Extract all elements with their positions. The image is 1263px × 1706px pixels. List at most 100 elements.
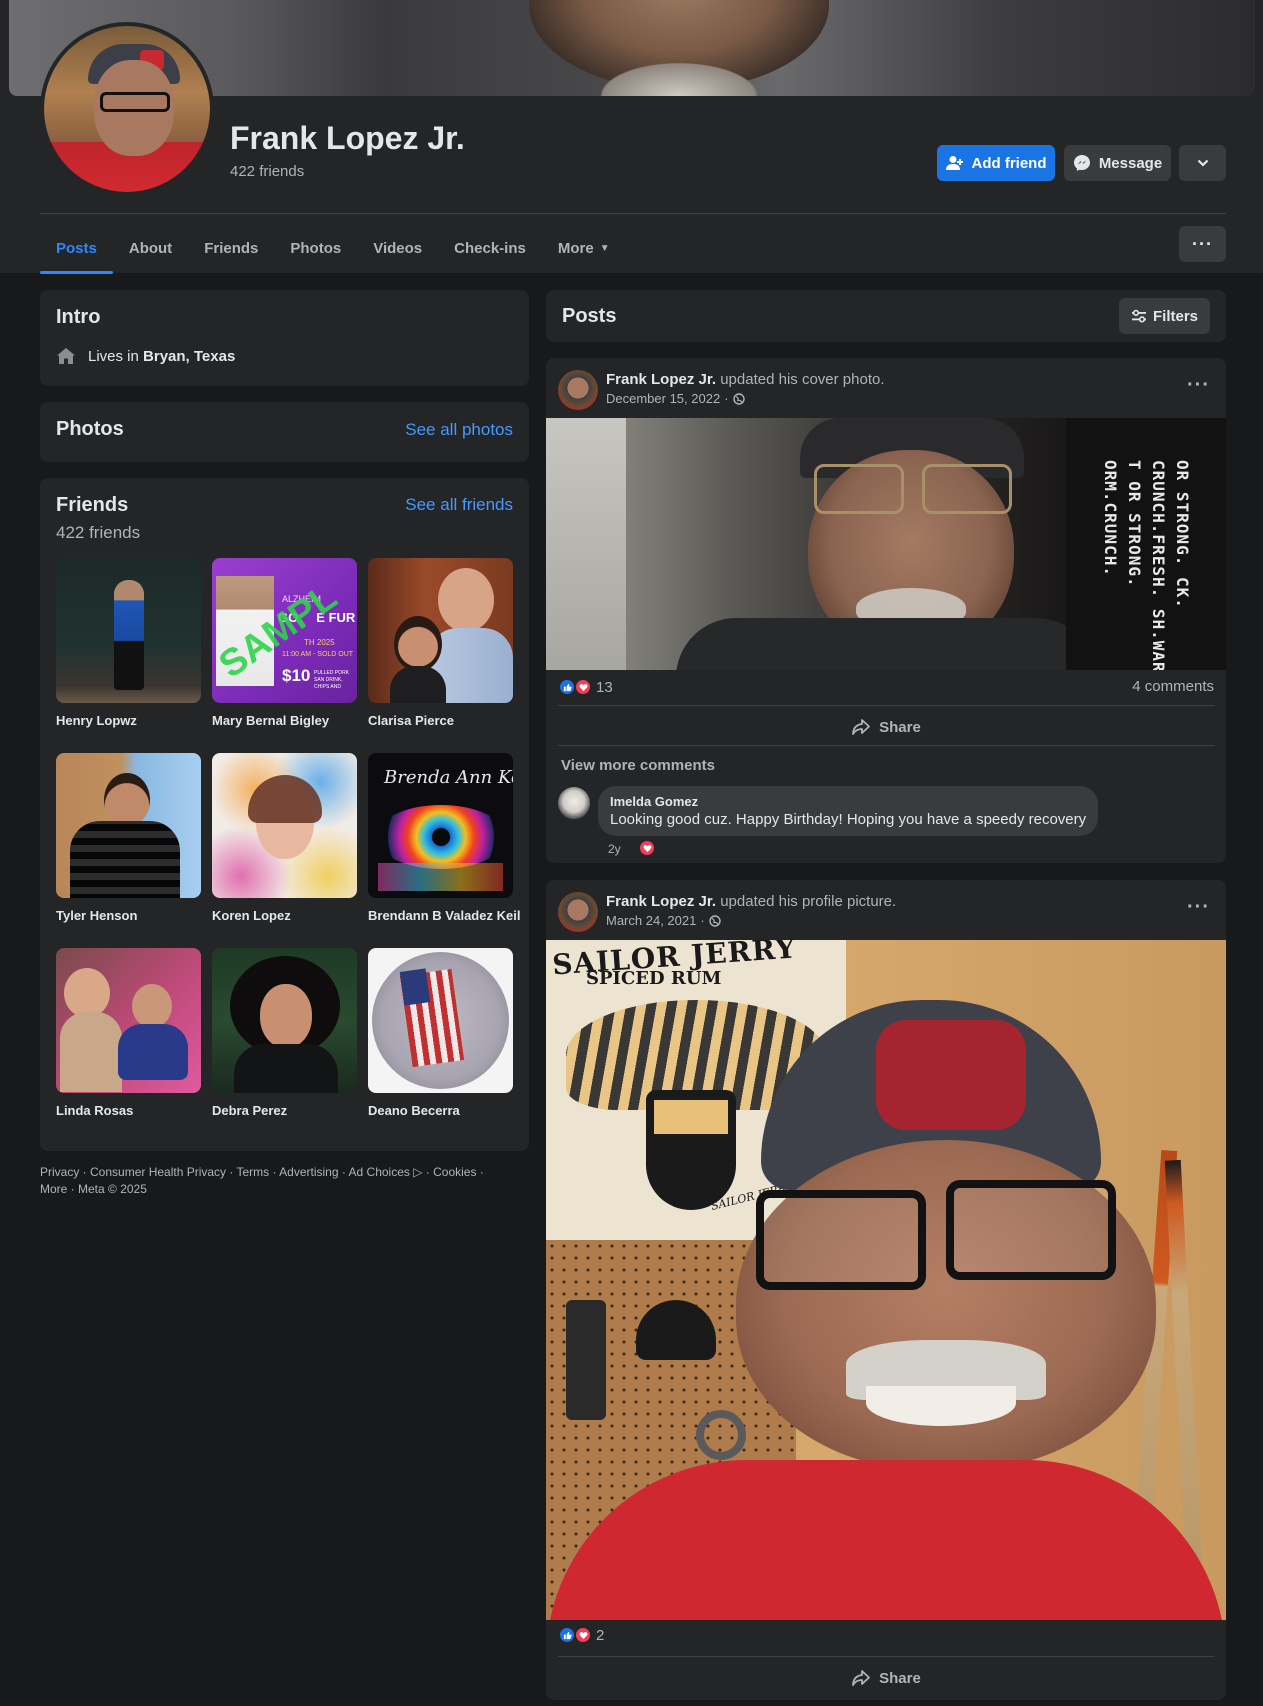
filters-button[interactable]: Filters bbox=[1118, 298, 1210, 334]
love-reaction-icon bbox=[574, 678, 592, 696]
intro-location[interactable]: Bryan, Texas bbox=[143, 348, 235, 365]
friend-tile[interactable]: Koren Lopez bbox=[212, 753, 357, 923]
friend-name: Clarisa Pierce bbox=[368, 713, 455, 728]
chevron-down-icon bbox=[1197, 159, 1208, 167]
add-friend-label: Add friend bbox=[971, 154, 1047, 172]
home-icon bbox=[57, 348, 75, 364]
message-button[interactable]: Message bbox=[1064, 145, 1171, 181]
photos-title: Photos bbox=[56, 418, 124, 440]
message-label: Message bbox=[1098, 154, 1163, 172]
intro-lives-in: Lives in Bryan, Texas bbox=[56, 346, 235, 366]
add-friend-button[interactable]: Add friend bbox=[937, 145, 1055, 181]
share-label: Share bbox=[879, 1669, 921, 1687]
comment-love-reaction-icon[interactable] bbox=[638, 839, 656, 857]
profile-dropdown-button[interactable] bbox=[1179, 145, 1226, 181]
friend-photo bbox=[212, 948, 357, 1093]
post-options-button[interactable]: ··· bbox=[1187, 374, 1210, 397]
post-meta: December 15, 2022 · bbox=[606, 391, 745, 406]
post-divider bbox=[558, 745, 1214, 746]
friend-photo bbox=[56, 753, 201, 898]
friend-tile[interactable]: Debra Perez bbox=[212, 948, 357, 1118]
post-action: updated his cover photo. bbox=[720, 371, 885, 388]
tab-label: Posts bbox=[56, 239, 97, 257]
brand-script: Brenda Ann Keil bbox=[384, 767, 513, 788]
footer-line[interactable]: More · Meta © 2025 bbox=[40, 1181, 530, 1198]
intro-lives-prefix: Lives in bbox=[88, 347, 139, 365]
comments-count-link[interactable]: 4 comments bbox=[1132, 678, 1214, 695]
friend-tile[interactable]: Linda Rosas bbox=[56, 948, 201, 1118]
love-reaction-icon bbox=[574, 1626, 592, 1644]
header-divider bbox=[40, 213, 1226, 214]
tab-label: Friends bbox=[204, 239, 259, 257]
post-photo[interactable]: SAILOR JERRY SPICED RUM SAILOR JERRY bbox=[546, 940, 1226, 1620]
tab-posts[interactable]: Posts bbox=[40, 222, 113, 274]
tab-videos[interactable]: Videos bbox=[357, 222, 438, 274]
profile-friends-count[interactable]: 422 friends bbox=[230, 163, 304, 180]
flyer-price: $10 bbox=[282, 666, 311, 685]
friend-photo bbox=[56, 948, 201, 1093]
share-icon bbox=[852, 1670, 871, 1686]
friend-tile[interactable]: Tyler Henson bbox=[56, 753, 201, 923]
profile-name: Frank Lopez Jr. bbox=[230, 120, 465, 156]
post-author-name[interactable]: Frank Lopez Jr. bbox=[606, 371, 716, 388]
globe-icon bbox=[708, 914, 721, 927]
friend-photo bbox=[368, 558, 513, 703]
post-reactions[interactable]: 13 bbox=[558, 678, 613, 696]
tab-more[interactable]: More ▼ bbox=[542, 222, 626, 274]
profile-tabs: Posts About Friends Photos Videos Check-… bbox=[40, 222, 626, 274]
friend-tile[interactable]: ALZHEIM GO E FUR TH 2025 11:00 AM - SOLD… bbox=[212, 558, 357, 728]
friend-photo: Brenda Ann Keil bbox=[368, 753, 513, 898]
reaction-count: 2 bbox=[596, 1626, 605, 1644]
post-card: Frank Lopez Jr. updated his profile pict… bbox=[546, 880, 1226, 1700]
share-button[interactable]: Share bbox=[558, 1658, 1214, 1698]
profile-picture[interactable] bbox=[40, 22, 214, 196]
friends-title: Friends bbox=[56, 494, 129, 516]
intro-title: Intro bbox=[56, 306, 101, 328]
share-button[interactable]: Share bbox=[558, 707, 1214, 747]
post-date[interactable]: December 15, 2022 bbox=[606, 391, 720, 406]
more-options-button[interactable]: ··· bbox=[1179, 226, 1226, 262]
friend-tile[interactable]: Henry Lopwz bbox=[56, 558, 201, 728]
post-divider bbox=[558, 705, 1214, 706]
friend-name: Linda Rosas bbox=[56, 1103, 134, 1118]
cover-photo-text: OR STRONG. CK. CRUNCH.FRESH. SH.WARM. T … bbox=[1101, 460, 1192, 670]
post-photo[interactable]: OR STRONG. CK. CRUNCH.FRESH. SH.WARM. T … bbox=[546, 418, 1226, 670]
post-date[interactable]: March 24, 2021 bbox=[606, 913, 696, 928]
friend-tile[interactable]: Brenda Ann Keil Brendann B Valadez Keil bbox=[368, 753, 521, 923]
ellipsis-icon: ··· bbox=[1192, 233, 1213, 254]
post-reactions[interactable]: 2 bbox=[558, 1626, 604, 1644]
tab-label: Photos bbox=[290, 239, 342, 257]
friend-tile[interactable]: Clarisa Pierce bbox=[368, 558, 513, 728]
commenter-name[interactable]: Imelda Gomez bbox=[610, 794, 1086, 809]
tab-check-ins[interactable]: Check-ins bbox=[438, 222, 542, 274]
tab-label: More bbox=[557, 239, 594, 257]
tab-friends[interactable]: Friends bbox=[188, 222, 274, 274]
comment-text: Looking good cuz. Happy Birthday! Hoping… bbox=[610, 811, 1087, 828]
view-more-comments-link[interactable]: View more comments bbox=[561, 757, 715, 774]
tab-photos[interactable]: Photos bbox=[274, 222, 357, 274]
friend-photo bbox=[368, 948, 513, 1093]
commenter-avatar[interactable] bbox=[558, 787, 590, 819]
comment-age[interactable]: 2y bbox=[608, 842, 621, 856]
post-author-name[interactable]: Frank Lopez Jr. bbox=[606, 893, 716, 910]
see-all-friends-link[interactable]: See all friends bbox=[405, 495, 513, 515]
friends-count-label: 422 friends bbox=[56, 523, 141, 542]
filters-label: Filters bbox=[1152, 307, 1198, 325]
friend-name: Debra Perez bbox=[212, 1103, 288, 1118]
post-options-button[interactable]: ··· bbox=[1187, 896, 1210, 919]
tab-about[interactable]: About bbox=[113, 222, 188, 274]
friend-photo bbox=[212, 753, 357, 898]
friend-name: Deano Becerra bbox=[368, 1103, 460, 1118]
friend-name: Brendann B Valadez Keil bbox=[368, 908, 521, 923]
see-all-photos-link[interactable]: See all photos bbox=[405, 420, 513, 440]
share-label: Share bbox=[879, 718, 921, 736]
friend-name: Koren Lopez bbox=[212, 908, 291, 923]
footer-links: Privacy · Consumer Health Privacy · Term… bbox=[40, 1164, 530, 1198]
friend-tile[interactable]: Deano Becerra bbox=[368, 948, 513, 1118]
post-meta: March 24, 2021 · bbox=[606, 913, 721, 928]
tab-label: Check-ins bbox=[454, 239, 526, 257]
post-author-avatar[interactable] bbox=[558, 370, 598, 410]
post-author-avatar[interactable] bbox=[558, 892, 598, 932]
post-author-line: Frank Lopez Jr. updated his cover photo. bbox=[606, 371, 885, 388]
footer-line[interactable]: Privacy · Consumer Health Privacy · Term… bbox=[40, 1164, 530, 1181]
